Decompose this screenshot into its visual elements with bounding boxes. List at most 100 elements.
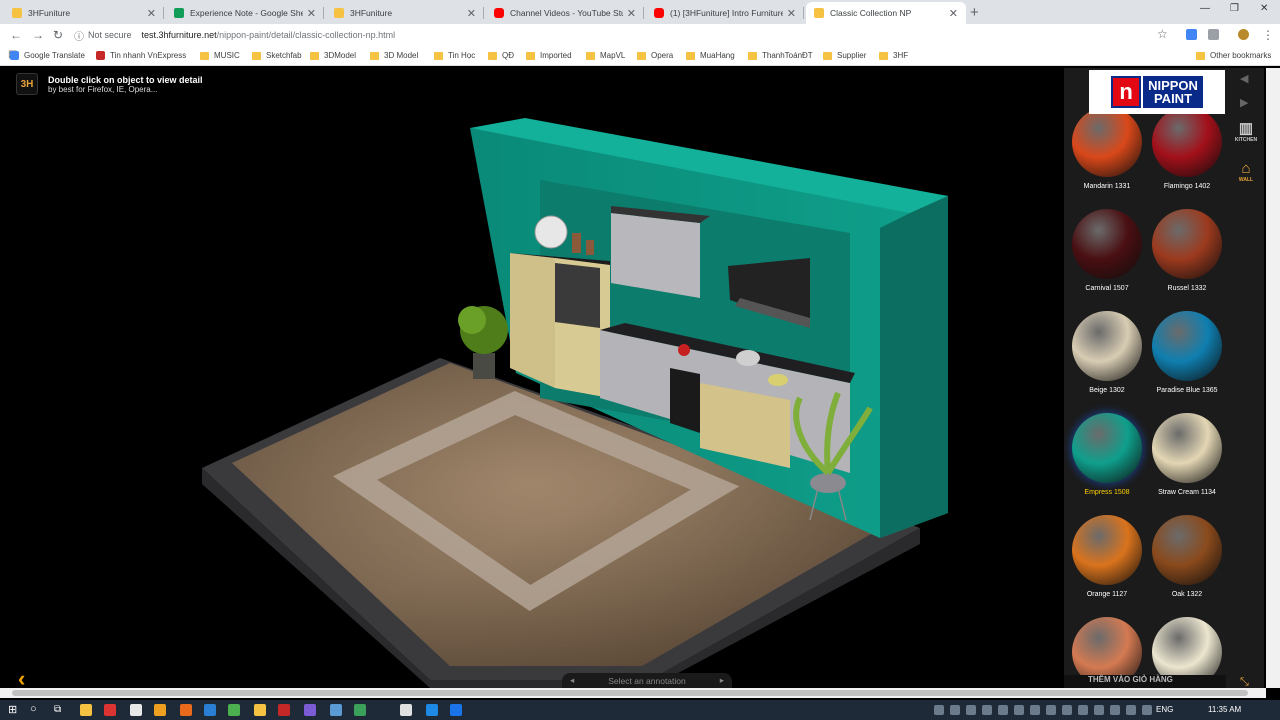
bookmark-item[interactable]: 3D Model [370, 51, 418, 60]
menu-icon[interactable]: ⋮ [1262, 28, 1274, 42]
tray-icon[interactable] [1078, 705, 1088, 715]
paint-sphere[interactable] [1152, 515, 1222, 585]
tray-icon[interactable] [982, 705, 992, 715]
mail-icon[interactable] [354, 704, 366, 716]
next-page-icon[interactable]: ▶ [1240, 96, 1248, 109]
bookmark-item[interactable]: Tin nhanh VnExpress [96, 51, 186, 60]
paint-sphere[interactable] [1072, 413, 1142, 483]
tray-icon[interactable] [1094, 705, 1104, 715]
color-swatch[interactable]: Straw Cream 1134 [1147, 413, 1226, 496]
profile-avatar[interactable] [1238, 29, 1249, 40]
annotation-selector[interactable]: ◂ Select an annotation ▸ [562, 673, 732, 688]
browser-tab[interactable]: (1) [3HFuniture] Intro Furniture ✕ [646, 2, 804, 24]
back-arrow-icon[interactable]: ‹ [18, 666, 25, 688]
category-wall[interactable]: ⌂ WALL [1230, 160, 1262, 183]
bookmark-item[interactable]: Sketchfab [252, 51, 302, 60]
close-tab-icon[interactable]: ✕ [307, 7, 316, 20]
app-icon[interactable] [130, 704, 142, 716]
bookmark-item[interactable]: ThanhToánĐT [748, 51, 813, 60]
tray-icon[interactable] [934, 705, 944, 715]
color-swatch[interactable]: Empress 1508 [1067, 413, 1147, 496]
color-swatch[interactable]: Beige 1302 [1067, 311, 1147, 394]
paint-sphere[interactable] [1072, 515, 1142, 585]
windows-start-icon[interactable]: ⊞ [8, 703, 17, 716]
bookmark-item[interactable]: Imported [526, 51, 572, 60]
color-swatch[interactable]: Oak 1322 [1147, 515, 1226, 598]
tray-icon[interactable] [966, 705, 976, 715]
close-window-icon[interactable]: ✕ [1260, 3, 1268, 14]
bookmark-item[interactable]: Tin Học [434, 51, 475, 60]
firefox-icon[interactable] [180, 704, 192, 716]
file-explorer-icon[interactable] [278, 704, 290, 716]
horizontal-scrollbar[interactable] [0, 688, 1266, 698]
extension-icon[interactable] [1208, 29, 1219, 40]
language-indicator[interactable]: ENG [1156, 705, 1173, 714]
close-tab-icon[interactable]: ✕ [467, 7, 476, 20]
photos-icon[interactable] [154, 704, 166, 716]
bookmark-item[interactable]: QĐ [488, 51, 514, 60]
translate-extension-icon[interactable] [1186, 29, 1197, 40]
prev-page-icon[interactable]: ◀ [1240, 72, 1248, 85]
vertical-scrollbar[interactable] [1266, 68, 1280, 688]
clock[interactable]: 11:35 AM [1208, 705, 1241, 714]
tray-icon[interactable] [950, 705, 960, 715]
kitchen-scene[interactable] [10, 68, 1064, 688]
chrome-icon[interactable] [104, 704, 116, 716]
calculator-icon[interactable] [400, 704, 412, 716]
paint-sphere[interactable] [1072, 107, 1142, 177]
tray-icon[interactable] [998, 705, 1008, 715]
browser-tab[interactable]: Channel Videos - YouTube Studio ✕ [486, 2, 644, 24]
color-swatch[interactable]: Mandarin 1331 [1067, 107, 1147, 190]
close-tab-icon[interactable]: ✕ [147, 7, 156, 20]
bookmark-item[interactable]: Opera [637, 51, 673, 60]
add-to-cart-button[interactable]: THÊM VÀO GIỎ HÀNG [1064, 675, 1226, 688]
paint-sphere[interactable] [1152, 107, 1222, 177]
scrollbar-thumb[interactable] [12, 690, 1248, 696]
3d-viewer[interactable]: 3H Double click on object to view detail… [10, 68, 1064, 688]
new-tab-button[interactable]: + [970, 4, 979, 21]
photoshop-icon[interactable] [450, 704, 462, 716]
tray-icon[interactable] [1046, 705, 1056, 715]
other-bookmarks[interactable]: Other bookmarks [1196, 51, 1271, 60]
tray-icon[interactable] [1014, 705, 1024, 715]
back-icon[interactable]: ← [10, 28, 22, 42]
tray-icon[interactable] [1062, 705, 1072, 715]
bookmark-item[interactable]: 3HF [879, 51, 908, 60]
bookmark-star-icon[interactable]: ☆ [1157, 27, 1168, 41]
reload-icon[interactable]: ↻ [53, 28, 63, 42]
browser-tab[interactable]: Experience Note - Google Sheets ✕ [166, 2, 324, 24]
paint-sphere[interactable] [1152, 209, 1222, 279]
color-swatch[interactable]: Carnival 1507 [1067, 209, 1147, 292]
close-tab-icon[interactable]: ✕ [787, 7, 796, 20]
forward-icon[interactable]: → [32, 28, 44, 42]
close-tab-icon[interactable]: ✕ [627, 7, 636, 20]
search-icon[interactable]: ○ [30, 703, 37, 715]
bookmark-item[interactable]: MapVL [586, 51, 625, 60]
browser-tab[interactable]: 3HFuniture ✕ [4, 2, 164, 24]
next-annotation-icon[interactable]: ▸ [720, 675, 724, 686]
tray-icon[interactable] [1110, 705, 1120, 715]
tray-icon[interactable] [1142, 705, 1152, 715]
info-icon[interactable]: ⓘ [74, 28, 84, 43]
address-bar[interactable]: ⓘ Not secure test.3hfurniture.net /nippo… [74, 25, 1174, 45]
paint-sphere[interactable] [1072, 209, 1142, 279]
paint-sphere[interactable] [1072, 311, 1142, 381]
color-swatch[interactable]: Russel 1332 [1147, 209, 1226, 292]
bookmark-item[interactable]: Supplier [823, 51, 866, 60]
tray-icon[interactable] [1126, 705, 1136, 715]
blender-icon[interactable] [254, 704, 266, 716]
minimize-icon[interactable]: — [1200, 3, 1210, 14]
store-icon[interactable] [80, 704, 92, 716]
close-tab-icon[interactable]: ✕ [949, 7, 958, 20]
task-view-icon[interactable]: ⧉ [54, 704, 61, 715]
color-swatch[interactable]: Orange 1127 [1067, 515, 1147, 598]
pdf-icon[interactable] [304, 704, 316, 716]
paint-sphere[interactable] [1152, 311, 1222, 381]
color-swatch[interactable]: Flamingo 1402 [1147, 107, 1226, 190]
skype-icon[interactable] [426, 704, 438, 716]
maximize-icon[interactable]: ❐ [1230, 3, 1239, 14]
browser-tab[interactable]: Classic Collection NP ✕ [806, 2, 966, 24]
browser-tab[interactable]: 3HFuniture ✕ [326, 2, 484, 24]
bookmark-item[interactable]: MUSIC [200, 51, 240, 60]
tray-icon[interactable] [1030, 705, 1040, 715]
